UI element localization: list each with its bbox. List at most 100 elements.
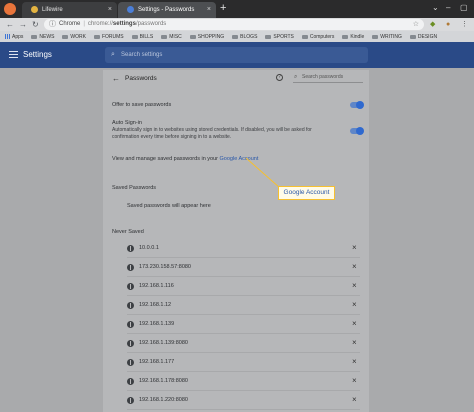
hamburger-menu-icon[interactable] bbox=[9, 51, 18, 58]
remove-x-icon[interactable]: × bbox=[352, 281, 357, 290]
bookmarks-bar: Apps NEWS WORK FORUMS BILLS MISC SHOPPIN… bbox=[0, 31, 474, 42]
remove-x-icon[interactable]: × bbox=[352, 357, 357, 366]
remove-x-icon[interactable]: × bbox=[352, 262, 357, 271]
never-saved-heading: Never Saved bbox=[112, 229, 144, 235]
google-account-link[interactable]: Google Account bbox=[220, 156, 259, 162]
remove-x-icon[interactable]: × bbox=[352, 300, 357, 309]
row-divider bbox=[127, 314, 360, 315]
site-address: 192.168.1.139 bbox=[139, 321, 175, 327]
remove-x-icon[interactable]: × bbox=[352, 395, 357, 404]
folder-icon bbox=[161, 34, 168, 39]
globe-icon bbox=[127, 340, 134, 347]
remove-x-icon[interactable]: × bbox=[352, 338, 357, 347]
tab-title: Settings - Passwords bbox=[138, 7, 195, 13]
bookmark-folder[interactable]: Kindle bbox=[342, 34, 364, 40]
bookmark-label: WRITING bbox=[380, 33, 402, 40]
folder-icon bbox=[301, 34, 308, 39]
site-info-icon[interactable]: ⓘ bbox=[49, 19, 56, 30]
search-icon: ⌕ bbox=[294, 74, 298, 80]
site-address: 192.168.1.177 bbox=[139, 359, 175, 365]
bookmark-folder[interactable]: Computers bbox=[301, 33, 335, 40]
tab-lifewire[interactable]: Lifewire × bbox=[22, 2, 117, 18]
folder-icon bbox=[31, 34, 38, 39]
new-tab-button[interactable]: + bbox=[220, 3, 226, 14]
chevron-down-icon[interactable]: ⌄ bbox=[432, 3, 439, 12]
remove-x-icon[interactable]: × bbox=[352, 319, 357, 328]
settings-favicon-icon bbox=[127, 6, 134, 13]
extension-icon[interactable]: ◆ bbox=[430, 20, 435, 29]
folder-icon bbox=[265, 34, 272, 39]
bookmark-label: SPORTS bbox=[273, 33, 294, 40]
google-account-callout: Google Account bbox=[278, 186, 335, 200]
bookmark-label: Computers bbox=[309, 33, 335, 40]
list-item: 173.230.158.57:8080 × bbox=[103, 259, 369, 277]
bookmark-folder[interactable]: BLOGS bbox=[232, 34, 257, 40]
site-address: 192.168.1.116 bbox=[139, 283, 174, 289]
password-search-placeholder: Search passwords bbox=[302, 74, 344, 80]
back-arrow-icon[interactable]: ← bbox=[112, 74, 120, 83]
folder-icon bbox=[409, 34, 416, 39]
back-arrow-icon[interactable]: ← bbox=[6, 18, 14, 31]
tab-title: Lifewire bbox=[42, 7, 63, 13]
list-item: 192.168.1.139:8080 × bbox=[103, 335, 369, 353]
reload-icon[interactable]: ↻ bbox=[32, 18, 39, 31]
bookmark-label: BILLS bbox=[139, 33, 154, 40]
lifewire-favicon-icon bbox=[31, 6, 38, 13]
bookmark-star-icon[interactable]: ☆ bbox=[413, 19, 419, 30]
browser-menu-icon[interactable] bbox=[4, 3, 16, 15]
row-divider bbox=[127, 276, 360, 277]
menu-dots-icon[interactable]: ⋮ bbox=[461, 20, 468, 29]
folder-icon bbox=[189, 34, 196, 39]
tab-settings-passwords[interactable]: Settings - Passwords × bbox=[118, 2, 216, 18]
search-icon: ⌕ bbox=[111, 51, 115, 58]
manage-text: View and manage saved passwords in your bbox=[112, 156, 218, 162]
settings-search-input[interactable]: ⌕ Search settings bbox=[105, 47, 368, 63]
folder-icon bbox=[62, 34, 69, 39]
minimize-button[interactable]: – bbox=[446, 3, 450, 12]
offer-to-save-label: Offer to save passwords bbox=[112, 102, 172, 108]
bookmark-label: BLOGS bbox=[240, 33, 258, 40]
bookmark-folder[interactable]: WORK bbox=[62, 34, 86, 40]
row-divider bbox=[127, 295, 360, 296]
close-tab-icon[interactable]: × bbox=[207, 6, 211, 13]
bookmark-label: MISC bbox=[169, 33, 182, 40]
toggle-knob bbox=[356, 101, 364, 109]
bookmark-apps[interactable]: Apps bbox=[5, 34, 23, 40]
settings-content: ← Passwords ? ⌕ Search passwords Offer t… bbox=[0, 68, 474, 412]
bookmark-label: Kindle bbox=[350, 33, 365, 40]
auto-signin-toggle[interactable] bbox=[350, 127, 364, 135]
remove-x-icon[interactable]: × bbox=[352, 243, 357, 252]
toggle-knob bbox=[356, 127, 364, 135]
url-host: settings bbox=[112, 21, 136, 27]
list-item: 192.168.1.220:8080 × bbox=[103, 392, 369, 410]
url-origin: Chrome bbox=[59, 21, 81, 27]
bookmark-label: Apps bbox=[12, 33, 24, 40]
bookmark-folder[interactable]: SHOPPING bbox=[189, 34, 224, 40]
profile-avatar-icon[interactable]: ● bbox=[446, 20, 450, 29]
password-search-input[interactable]: ⌕ Search passwords bbox=[293, 73, 363, 83]
bookmark-folder[interactable]: FORUMS bbox=[93, 34, 124, 40]
folder-icon bbox=[131, 34, 138, 39]
forward-arrow-icon[interactable]: → bbox=[19, 18, 27, 31]
close-tab-icon[interactable]: × bbox=[108, 6, 112, 13]
bookmark-folder[interactable]: MISC bbox=[161, 34, 182, 40]
bookmark-folder[interactable]: BILLS bbox=[131, 33, 154, 40]
maximize-button[interactable]: ▢ bbox=[460, 3, 468, 12]
bookmark-folder[interactable]: WRITING bbox=[372, 34, 402, 40]
bookmark-folder[interactable]: SPORTS bbox=[265, 33, 294, 40]
globe-icon bbox=[127, 321, 134, 328]
auto-signin-description: confirmation every time before signing i… bbox=[112, 134, 232, 140]
bookmark-folder[interactable]: DESIGN bbox=[409, 34, 437, 40]
site-address: 192.168.1.220:8080 bbox=[139, 397, 188, 403]
help-icon[interactable]: ? bbox=[276, 74, 283, 81]
offer-to-save-toggle[interactable] bbox=[350, 101, 364, 109]
address-bar[interactable]: ⓘ Chrome | chrome://settings/passwords ☆ bbox=[44, 19, 424, 30]
bookmark-folder[interactable]: NEWS bbox=[31, 34, 54, 40]
folder-icon bbox=[232, 34, 239, 39]
remove-x-icon[interactable]: × bbox=[352, 376, 357, 385]
list-item: 192.168.1.116 × bbox=[103, 278, 369, 296]
globe-icon bbox=[127, 359, 134, 366]
auto-signin-label: Auto Sign-in bbox=[112, 120, 142, 126]
folder-icon bbox=[342, 34, 349, 39]
site-address: 10.0.0.1 bbox=[139, 245, 159, 251]
